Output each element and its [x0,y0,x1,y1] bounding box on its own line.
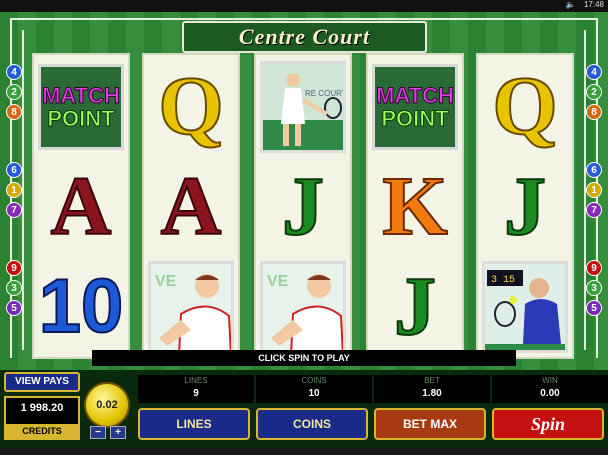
reel-1: MATCH POINT A 10 [32,53,130,359]
payline-marker-left-8[interactable]: 8 [6,104,22,120]
svg-text:RE COURT: RE COURT [305,89,346,98]
payline-marker-left-3[interactable]: 3 [6,280,22,296]
system-status-bar: 🔈 17:48 [0,0,608,12]
payline-marker-right-1[interactable]: 1 [586,182,602,198]
clock: 17:48 [583,0,604,9]
bet-max-button[interactable]: BET MAX [374,408,486,440]
svg-text:VE: VE [267,273,289,290]
symbol-match-point: MATCH POINT [368,57,462,157]
symbol-player-woman: RE COURT [256,57,350,157]
symbol-ace: A [50,160,113,253]
payline-marker-right-9[interactable]: 9 [586,260,602,276]
payline-marker-right-8[interactable]: 8 [586,104,602,120]
payline-marker-left-7[interactable]: 7 [6,202,22,218]
footer-bar [0,448,608,455]
reel-2: Q A VE [142,53,240,359]
symbol-jack: J [281,160,325,253]
payline-marker-left-5[interactable]: 5 [6,300,22,316]
payline-marker-left-6[interactable]: 6 [6,162,22,178]
payline-marker-right-7[interactable]: 7 [586,202,602,218]
symbol-player-serve: VE [256,257,350,357]
payline-marker-right-4[interactable]: 4 [586,64,602,80]
payline-marker-right-2[interactable]: 2 [586,84,602,100]
game-title: Centre Court [182,21,427,53]
reel-3: RE COURT J VE [254,53,352,359]
credits-value: 1 998.20 [20,402,64,414]
player-volley-icon: 3 15 [485,264,565,350]
symbol-jack: J [503,160,547,253]
payline-marker-right-3[interactable]: 3 [586,280,602,296]
symbol-ace: A [160,160,223,253]
payline-marker-left-9[interactable]: 9 [6,260,22,276]
symbol-jack: J [393,260,437,353]
symbol-king: K [381,160,448,253]
payline-marker-right-5[interactable]: 5 [586,300,602,316]
payline-marker-left-2[interactable]: 2 [6,84,22,100]
speaker-icon: 🔈 [565,0,576,9]
win-meter: WIN 0.00 [492,375,608,403]
payline-marker-left-1[interactable]: 1 [6,182,22,198]
coins-meter: COINS 10 [256,375,372,403]
svg-text:VE: VE [155,273,177,290]
player-serve-icon: VE [263,264,343,350]
lines-button[interactable]: LINES [138,408,250,440]
view-pays-button[interactable]: VIEW PAYS [4,372,80,392]
credits-display: 1 998.20 CREDITS [4,396,80,440]
lines-meter: LINES 9 [138,375,254,403]
symbol-queen: Q [491,60,558,153]
player-serve-icon: VE [151,264,231,350]
symbol-player-serve: VE [144,257,238,357]
reel-5: Q J 3 15 [476,53,574,359]
bet-meter: BET 1.80 [374,375,490,403]
symbol-player-volley: 3 15 [478,257,572,357]
coin-increase-button[interactable]: + [110,426,126,439]
symbol-queen: Q [157,60,224,153]
svg-text:3 15: 3 15 [491,275,515,286]
payline-marker-left-4[interactable]: 4 [6,64,22,80]
status-message: CLICK SPIN TO PLAY [92,350,516,366]
credits-label: CREDITS [6,424,78,438]
symbol-ten: 10 [38,264,125,349]
player-woman-icon: RE COURT [263,64,346,150]
reel-4: MATCH POINT K J [366,53,464,359]
coin-size-display: 0.02 [84,382,130,428]
spin-button[interactable]: Spin [492,408,604,440]
coins-button[interactable]: COINS [256,408,368,440]
payline-marker-right-6[interactable]: 6 [586,162,602,178]
symbol-match-point: MATCH POINT [34,57,128,157]
control-panel: VIEW PAYS 1 998.20 CREDITS 0.02 − + LINE… [0,370,608,455]
coin-decrease-button[interactable]: − [90,426,106,439]
game-window: 🔈 17:48 Centre Court 4 2 8 6 1 7 9 3 5 4 2 8 6 1 7 9 3 5… [0,0,608,455]
court-background: Centre Court 4 2 8 6 1 7 9 3 5 4 2 8 6 1 7 9 3 5 MATCH PO… [0,12,608,370]
